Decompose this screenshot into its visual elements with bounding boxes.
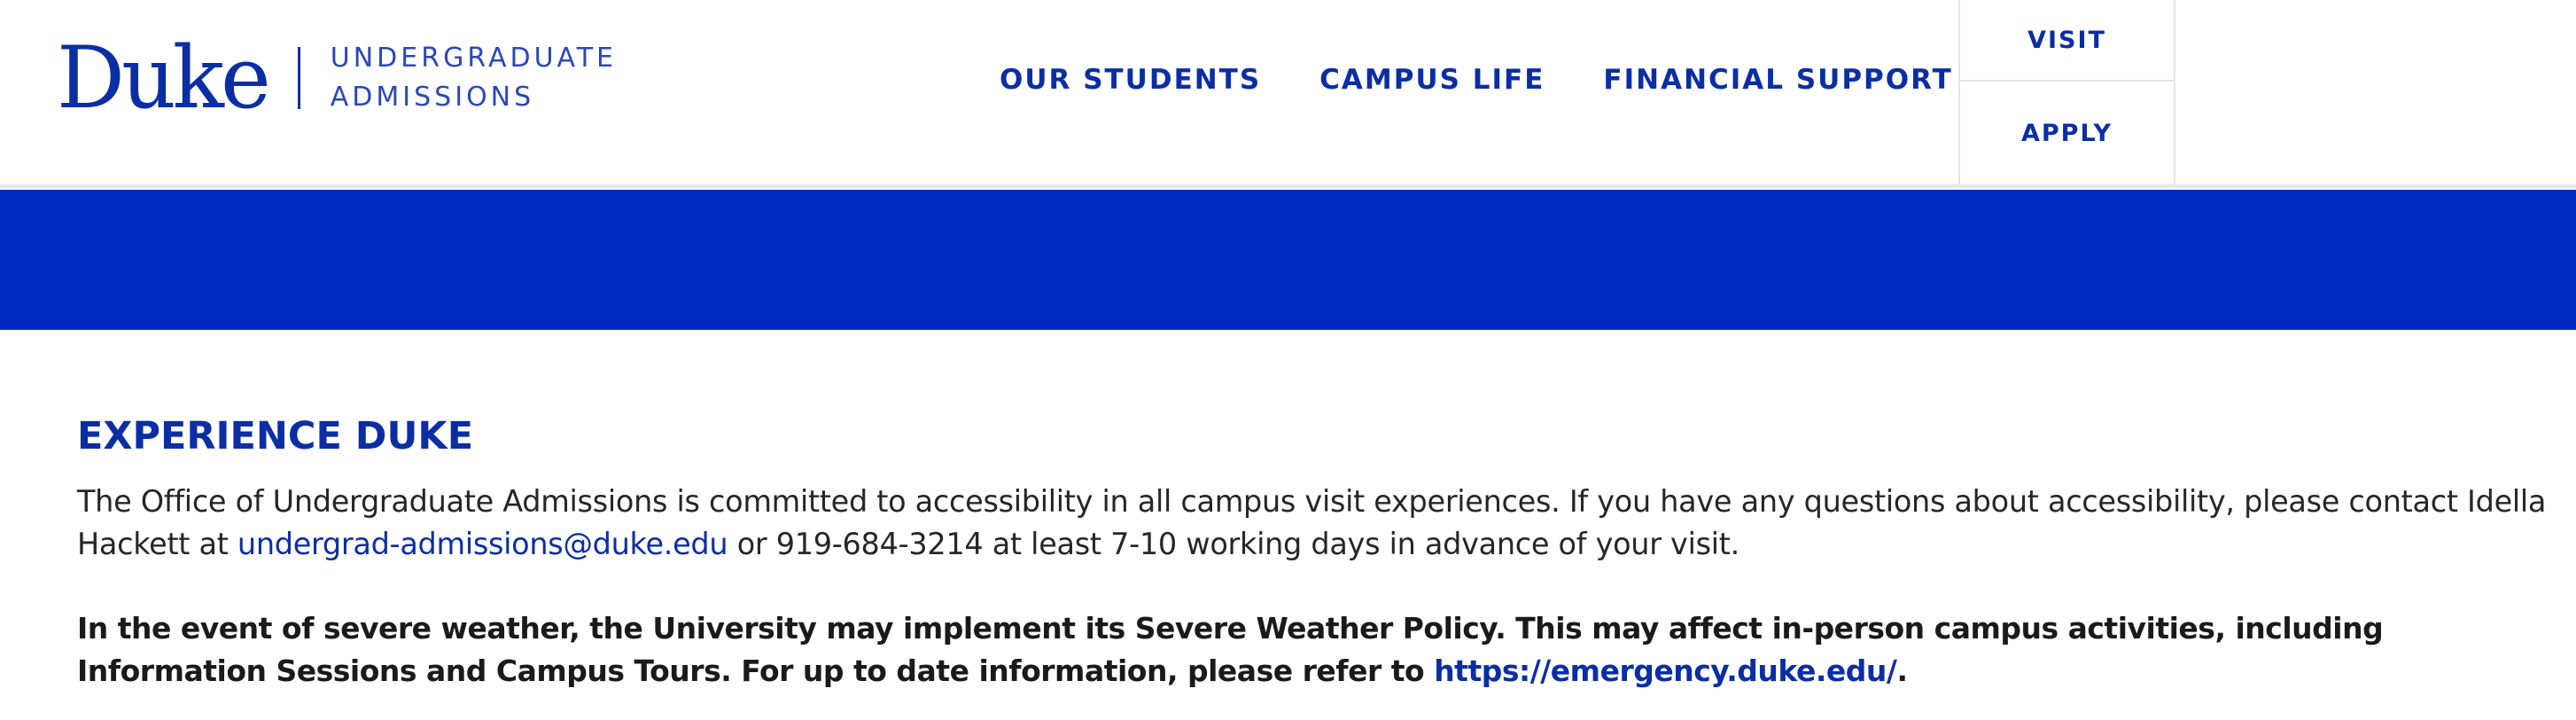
logo-divider [297, 47, 300, 109]
hero-banner [0, 190, 2576, 330]
duke-wordmark: Duke [57, 28, 271, 128]
nav-campus-life[interactable]: CAMPUS LIFE [1319, 64, 1545, 96]
logo-subtitle-line2: ADMISSIONS [330, 82, 535, 113]
weather-notice-end: . [1896, 653, 1908, 688]
main-navigation: OUR STUDENTS CAMPUS LIFE FINANCIAL SUPPO… [1000, 64, 2012, 96]
site-header: Duke UNDERGRADUATE ADMISSIONS OUR STUDEN… [0, 0, 2576, 188]
nav-financial-support[interactable]: FINANCIAL SUPPORT [1603, 64, 1952, 96]
duke-admissions-logo[interactable]: Duke UNDERGRADUATE ADMISSIONS [57, 35, 617, 121]
accessibility-text-end: or 919-684-3214 at least 7-10 working da… [728, 527, 1740, 561]
accessibility-paragraph: The Office of Undergraduate Admissions i… [77, 481, 2549, 566]
admissions-email-link[interactable]: undergrad-admissions@duke.edu [237, 527, 728, 561]
logo-subtitle: UNDERGRADUATE ADMISSIONS [331, 39, 617, 117]
nav-our-students[interactable]: OUR STUDENTS [1000, 64, 1261, 96]
logo-subtitle-line1: UNDERGRADUATE [330, 43, 618, 74]
page-title: EXPERIENCE DUKE [77, 414, 474, 458]
weather-notice-text: In the event of severe weather, the Univ… [77, 611, 2384, 688]
emergency-link[interactable]: https://emergency.duke.edu/ [1434, 653, 1897, 688]
weather-notice-paragraph: In the event of severe weather, the Univ… [77, 607, 2549, 693]
secondary-navigation: VISIT APPLY [1958, 0, 2175, 188]
nav-apply[interactable]: APPLY [1960, 82, 2174, 184]
nav-visit[interactable]: VISIT [1960, 0, 2174, 82]
main-content: EXPERIENCE DUKE The Office of Undergradu… [77, 413, 2549, 693]
